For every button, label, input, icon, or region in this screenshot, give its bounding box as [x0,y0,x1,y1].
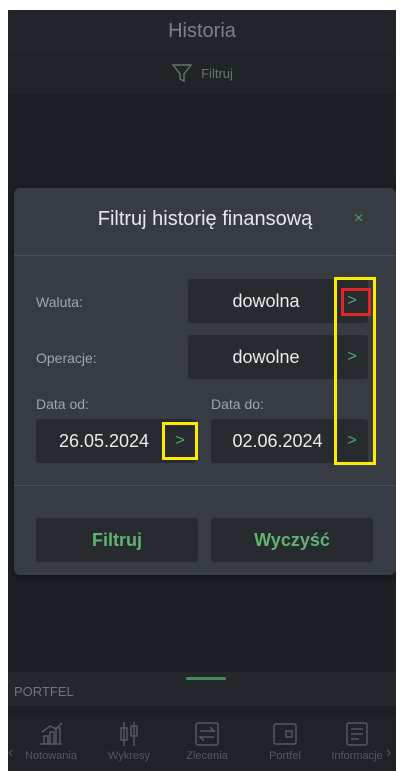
clear-button[interactable]: Wyczyść [211,518,373,562]
filter-button[interactable]: Filtruj [36,518,198,562]
chevron-right-icon[interactable]: › [386,744,391,762]
app-screen: Historia Filtruj Filtruj historię finans… [8,10,396,771]
candlestick-icon [120,722,138,746]
nav-item-wykresy[interactable]: Wykresy [90,720,168,762]
operacje-label: Operacje: [36,350,97,366]
waluta-value: dowolna [232,290,300,311]
data-do-label: Data do: [211,396,264,412]
data-od-label: Data od: [36,396,89,412]
waluta-label: Waluta: [36,294,83,310]
nav-item-portfel[interactable]: Portfel [246,720,324,762]
page-header: Historia [8,10,396,52]
nav-item-informacje[interactable]: Informacje [318,720,396,762]
divider [14,485,396,486]
portfel-panel[interactable]: PORTFEL [8,672,396,706]
close-icon[interactable]: × [354,210,363,228]
nav-item-label: Wykresy [107,750,151,762]
info-doc-icon [346,722,368,746]
exchange-icon [195,722,219,746]
nav-item-label: Informacje [331,750,383,762]
nav-item-label: Notowania [25,750,77,762]
bottom-nav: ‹ Notowania Wykresy Zlecenia Portfel Inf… [8,716,396,771]
funnel-icon [171,64,193,83]
nav-item-zlecenia[interactable]: Zlecenia [168,720,246,762]
nav-item-notowania[interactable]: Notowania [12,720,90,762]
highlight-box-waluta-chevron [341,288,371,316]
filter-dialog: Filtruj historię finansową × Waluta: dow… [14,188,396,575]
chart-icon [40,722,63,745]
nav-item-label: Zlecenia [186,750,228,762]
drag-handle[interactable] [186,677,226,680]
wallet-icon [273,723,297,745]
nav-item-label: Portfel [269,750,301,762]
data-od-value: 26.05.2024 [58,430,150,451]
data-do-value: 02.06.2024 [232,430,323,451]
filter-bar-label: Filtruj [201,65,233,81]
operacje-value: dowolne [232,346,300,367]
dialog-title: Filtruj historię finansową [97,208,313,230]
page-title: Historia [168,19,236,42]
portfel-label: PORTFEL [14,684,74,699]
filter-bar[interactable]: Filtruj [8,52,396,94]
divider [14,255,396,256]
highlight-box-date-chevron [162,422,198,460]
